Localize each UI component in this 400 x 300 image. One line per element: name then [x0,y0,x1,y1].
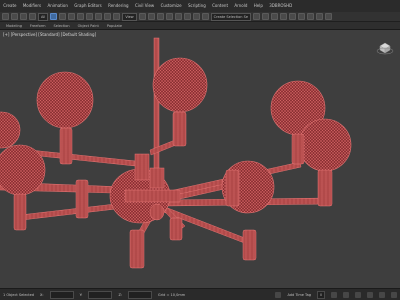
perspective-viewport[interactable]: [+] [Perspective] [Standard] [Default Sh… [0,30,400,288]
pivot-icon[interactable] [138,13,146,20]
mirror-icon[interactable] [253,13,261,20]
select-manipulate-icon[interactable] [147,13,155,20]
zoom-icon[interactable] [367,291,373,298]
menu-civil-view[interactable]: Civil View [132,0,158,12]
selection-status: 1 Object Selected [3,292,35,297]
selection-filter-dropdown[interactable]: All [38,12,49,21]
tab-freeform[interactable]: Freeform [30,24,46,28]
tab-selection[interactable]: Selection [54,24,70,28]
unlink-icon[interactable] [29,13,36,20]
menu-help[interactable]: Help [251,0,267,12]
snaps-toggle-icon[interactable] [165,13,173,20]
layer-explorer-icon[interactable] [271,13,279,20]
menu-arnold[interactable]: Arnold [231,0,250,12]
scale-icon[interactable] [104,13,112,20]
y-coord-label: Y: [79,292,83,297]
menu-graph-editors[interactable]: Graph Editors [71,0,105,12]
menu-rendering[interactable]: Rendering [105,0,132,12]
percent-snap-icon[interactable] [183,13,191,20]
redo-icon[interactable] [11,13,18,20]
grid-size: Grid = 10,0mm [158,292,186,297]
play-icon[interactable] [343,291,349,298]
select-by-name-icon[interactable] [59,13,67,20]
menu-create[interactable]: Create [0,0,20,12]
keyboard-shortcut-icon[interactable] [156,13,164,20]
main-toolbar: All View Create Selection Se [0,12,400,22]
pan-icon[interactable] [379,291,385,298]
ribbon-tabs: Modeling Freeform Selection Object Paint… [0,22,400,30]
rotate-icon[interactable] [95,13,103,20]
named-selection-field[interactable]: Create Selection Se [210,12,252,21]
angle-snap-icon[interactable] [174,13,182,20]
spinner-snap-icon[interactable] [192,13,200,20]
menu-scripting[interactable]: Scripting [185,0,209,12]
material-editor-icon[interactable] [298,13,306,20]
tab-modeling[interactable]: Modeling [6,24,22,28]
reference-coord-dropdown[interactable]: View [122,12,137,21]
central-stem [153,37,160,177]
move-icon[interactable] [86,13,94,20]
x-coord-label: X: [40,292,44,297]
align-icon[interactable] [262,13,270,20]
z-coord-field[interactable] [128,290,153,299]
select-object-icon[interactable] [50,13,58,20]
status-bar: 1 Object Selected X: Y: Z: Grid = 10,0mm… [0,288,400,300]
schematic-view-icon[interactable] [289,13,297,20]
tab-object-paint[interactable]: Object Paint [78,24,99,28]
render-setup-icon[interactable] [307,13,315,20]
rendered-frame-icon[interactable] [316,13,324,20]
curve-editor-icon[interactable] [280,13,288,20]
frame-field[interactable]: 0 [316,290,325,299]
orbit-icon[interactable] [391,291,397,298]
edit-named-selection-icon[interactable] [201,13,209,20]
add-time-tag-icon[interactable] [275,291,282,298]
prev-frame-icon[interactable] [331,291,337,298]
menu-modifiers[interactable]: Modifiers [20,0,45,12]
chandelier-model[interactable] [0,30,400,288]
link-icon[interactable] [20,13,27,20]
render-icon[interactable] [325,13,333,20]
y-coord-field[interactable] [88,290,113,299]
x-coord-field[interactable] [49,290,74,299]
undo-icon[interactable] [2,13,9,20]
next-frame-icon[interactable] [355,291,361,298]
menu-3dbroshd[interactable]: 3DBROSHD [266,0,295,12]
menu-animation[interactable]: Animation [44,0,71,12]
rect-selection-icon[interactable] [68,13,76,20]
tab-populate[interactable]: Populate [107,24,122,28]
add-time-tag-button[interactable]: Add Time Tag [287,293,311,297]
menu-content[interactable]: Content [209,0,231,12]
z-coord-label: Z: [118,292,123,297]
menu-customize[interactable]: Customize [157,0,184,12]
window-crossing-icon[interactable] [77,13,85,20]
placement-icon[interactable] [113,13,121,20]
